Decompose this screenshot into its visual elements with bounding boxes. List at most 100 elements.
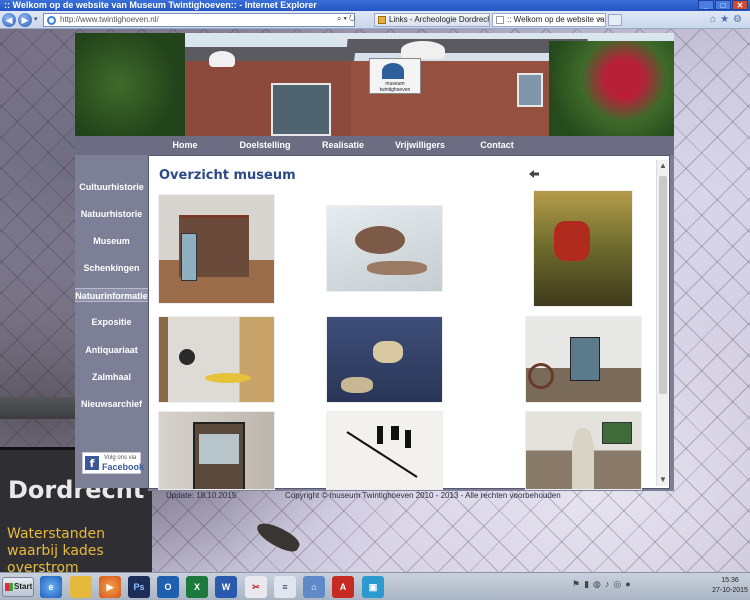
- start-label: Start: [14, 582, 33, 591]
- minimize-button[interactable]: _: [698, 0, 714, 10]
- internet-explorer-icon[interactable]: e: [40, 576, 62, 598]
- folder-favicon-icon: [378, 16, 386, 24]
- system-clock[interactable]: 15:36 27-10-2015: [711, 576, 749, 596]
- sidebar-item-museum[interactable]: Museum: [75, 234, 148, 248]
- museum-photo-mannequin[interactable]: [525, 411, 642, 490]
- excel-icon[interactable]: X: [186, 576, 208, 598]
- sidebar-item-antiquariaat[interactable]: Antiquariaat: [75, 343, 148, 357]
- museum-photo-kitchen-clogs[interactable]: [158, 316, 275, 403]
- menu-vrijwilligers[interactable]: Vrijwilligers: [385, 136, 455, 155]
- content-scrollbar[interactable]: ▲ ▼: [656, 160, 668, 486]
- facebook-line2: Facebook: [102, 462, 145, 472]
- museum-logo-icon: [382, 63, 404, 79]
- app-icon[interactable]: ▣: [362, 576, 384, 598]
- museum-photo-vitrine-house[interactable]: [158, 194, 275, 304]
- facebook-line1: Volg ons via: [104, 455, 137, 461]
- scroll-down-icon[interactable]: ▼: [657, 474, 669, 486]
- window-title: :: Welkom op de website van Museum Twint…: [4, 0, 317, 10]
- browser-toolbar: ◀ ▶ ▾ http://www.twintighoeven.nl/ ⌕▾↻ L…: [0, 11, 750, 29]
- file-explorer-icon[interactable]: [70, 576, 92, 598]
- sidebar-item-natuurhistorie[interactable]: Natuurhistorie: [75, 207, 148, 221]
- tab-label: Links - Archeologie Dordrecht: [389, 15, 490, 24]
- address-tools[interactable]: ⌕▾↻: [337, 14, 358, 24]
- window-controls: _ □ ✕: [698, 0, 748, 10]
- tray-battery-icon[interactable]: ▮: [584, 579, 593, 589]
- media-player-icon[interactable]: ▶: [99, 576, 121, 598]
- scroll-up-icon[interactable]: ▲: [657, 160, 669, 172]
- sidebar-item-expositie[interactable]: Expositie: [75, 315, 148, 329]
- header-photo: museum twintighoeven: [75, 33, 674, 136]
- scroll-thumb[interactable]: [659, 176, 667, 394]
- page-title: Overzicht museum: [159, 168, 296, 183]
- website-frame: museum twintighoeven Home Doelstelling R…: [75, 33, 674, 501]
- tab-welkom[interactable]: :: Welkom op de website va... ×: [492, 13, 606, 27]
- windows-logo-icon: [5, 583, 13, 591]
- sidebar-item-schenkingen[interactable]: Schenkingen: [75, 261, 148, 275]
- close-button[interactable]: ✕: [732, 0, 748, 10]
- museum-photo-exhibition-room[interactable]: [525, 316, 642, 403]
- sidebar-item-zalmhaal[interactable]: Zalmhaal: [75, 370, 148, 384]
- museum-photo-skulls[interactable]: [326, 316, 443, 403]
- window-title-bar: :: Welkom op de website van Museum Twint…: [0, 0, 750, 11]
- sidebar-item-cultuurhistorie[interactable]: Cultuurhistorie: [75, 180, 148, 194]
- tray-security-icon[interactable]: ◎: [613, 579, 625, 589]
- tree-left: [75, 33, 185, 136]
- notepad-icon[interactable]: ≡: [274, 576, 296, 598]
- word-icon[interactable]: W: [215, 576, 237, 598]
- tray-network-icon[interactable]: ◍: [593, 579, 605, 589]
- museum-photo-display-case[interactable]: [158, 411, 275, 490]
- address-bar[interactable]: http://www.twintighoeven.nl/: [43, 13, 355, 27]
- tools-silhouette: [346, 426, 418, 478]
- sign-subtitle: Waterstanden waarbij kades overstrom: [7, 526, 105, 576]
- back-arrow-icon[interactable]: [529, 169, 539, 179]
- tab-links[interactable]: Links - Archeologie Dordrecht: [374, 13, 490, 27]
- tray-flag-icon[interactable]: ⚑: [572, 579, 584, 589]
- sidebar-item-natuurinformatie[interactable]: Natuurinformatie: [75, 288, 148, 302]
- museum-logo-sign: museum twintighoeven: [369, 58, 421, 94]
- menu-realisatie[interactable]: Realisatie: [313, 136, 373, 155]
- photoshop-icon[interactable]: Ps: [128, 576, 150, 598]
- taskbar: Start e ▶ Ps O X W ✂ ≡ ⌂ A ▣ ⚑▮◍♪◎● 15:3…: [0, 572, 750, 600]
- menu-home[interactable]: Home: [160, 136, 210, 155]
- system-tray: ⚑▮◍♪◎●: [572, 579, 635, 590]
- tree-right: [549, 41, 674, 136]
- back-icon[interactable]: ◀: [2, 13, 16, 27]
- history-dropdown-icon[interactable]: ▾: [34, 15, 38, 23]
- clock-time: 15:36: [721, 577, 739, 584]
- tab-label: :: Welkom op de website va...: [507, 15, 606, 24]
- footer-update: Update: 18.10.2015: [166, 491, 237, 500]
- start-button[interactable]: Start: [2, 577, 34, 597]
- facebook-follow-button[interactable]: f Volg ons via Facebook: [82, 452, 145, 474]
- museum-photo-fossils[interactable]: [326, 205, 443, 292]
- ie-favicon-icon: [47, 16, 56, 25]
- address-text: http://www.twintighoeven.nl/: [60, 15, 159, 24]
- menu-contact[interactable]: Contact: [467, 136, 527, 155]
- museum-photo-tools-wall[interactable]: [326, 411, 443, 490]
- refresh-icon[interactable]: ↻: [349, 14, 358, 23]
- footer-copyright: Copyright © museum Twintighoeven 2010 - …: [285, 491, 561, 500]
- network-icon[interactable]: ⌂: [303, 576, 325, 598]
- new-tab-button[interactable]: [608, 14, 622, 26]
- page-favicon-icon: [496, 16, 504, 24]
- sidebar-item-nieuwsarchief[interactable]: Nieuwsarchief: [75, 397, 148, 411]
- forward-icon[interactable]: ▶: [18, 13, 32, 27]
- main-menu: Home Doelstelling Realisatie Vrijwillige…: [75, 136, 674, 155]
- facebook-icon: f: [85, 456, 99, 470]
- museum-photo-painting[interactable]: [533, 190, 633, 307]
- acrobat-icon[interactable]: A: [332, 576, 354, 598]
- content-panel: Overzicht museum ▲ ▼: [148, 155, 670, 490]
- sidebar-nav: Cultuurhistorie Natuurhistorie Museum Sc…: [75, 155, 148, 488]
- settings-gear-icon[interactable]: ⚙: [733, 14, 746, 25]
- menu-doelstelling[interactable]: Doelstelling: [230, 136, 300, 155]
- content-area: Overzicht museum ▲ ▼: [148, 155, 674, 491]
- site-footer: Update: 18.10.2015 Copyright © museum Tw…: [148, 491, 674, 501]
- close-tab-icon[interactable]: ×: [597, 14, 602, 26]
- maximize-button[interactable]: □: [715, 0, 731, 10]
- museum-sign-text: museum twintighoeven: [379, 81, 411, 93]
- snipping-tool-icon[interactable]: ✂: [245, 576, 267, 598]
- tray-update-icon[interactable]: ●: [625, 579, 634, 589]
- favorites-icon[interactable]: ★: [720, 14, 733, 25]
- outlook-icon[interactable]: O: [157, 576, 179, 598]
- home-icon[interactable]: ⌂: [710, 14, 720, 25]
- clock-date: 27-10-2015: [712, 587, 748, 594]
